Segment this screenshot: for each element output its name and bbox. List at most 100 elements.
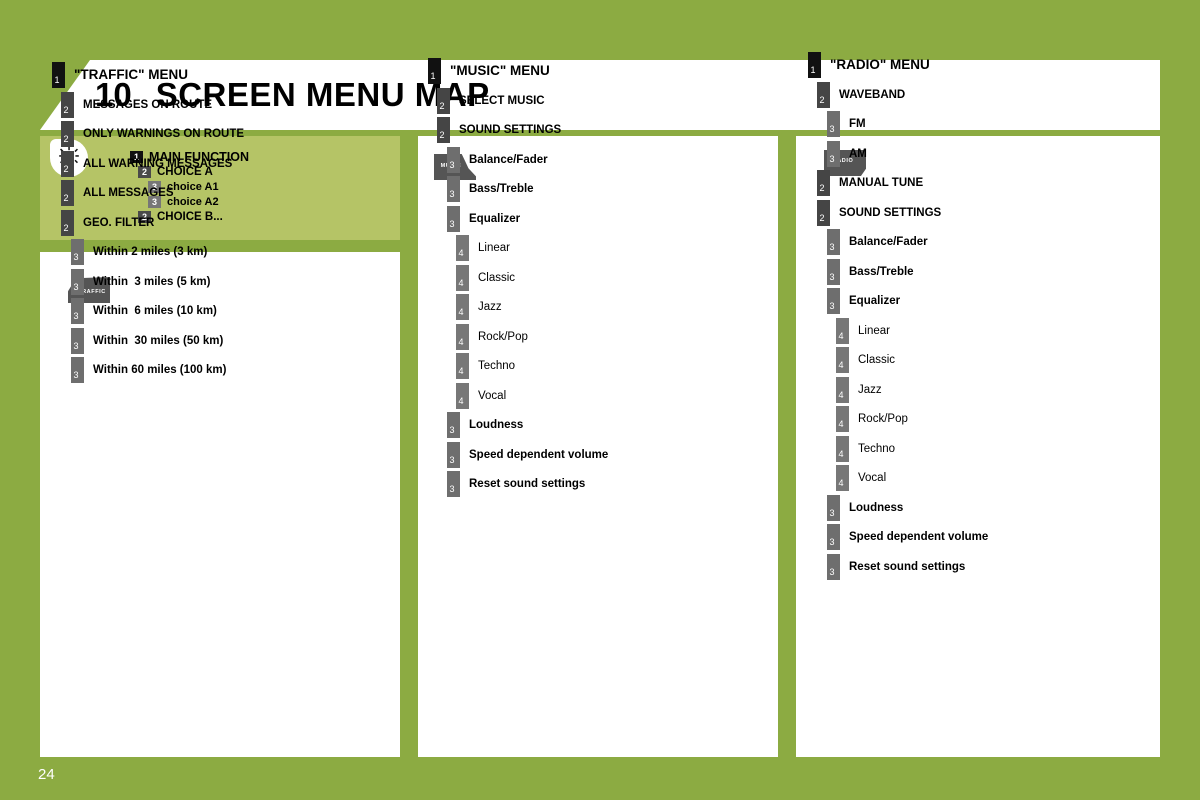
- menu-item-radio[interactable]: 2 WAVEBAND: [817, 81, 988, 112]
- menu-level-badge-text: 3: [449, 159, 455, 170]
- menu-item-music[interactable]: 2 SOUND SETTINGS: [437, 117, 608, 147]
- menu-item-label: Loudness: [849, 501, 904, 514]
- menu-item-radio[interactable]: 2 SOUND SETTINGS: [817, 199, 988, 230]
- menu-item-music[interactable]: 3 Balance/Fader: [447, 146, 608, 177]
- menu-item-traffic[interactable]: 3 Within 3 miles (5 km): [71, 268, 244, 299]
- menu-item-label: Bass/Treble: [849, 265, 914, 278]
- menu-level-badge: 4: [836, 317, 849, 344]
- menu-item-radio[interactable]: 4 Linear: [836, 317, 988, 348]
- menu-item-label: Equalizer: [849, 295, 901, 307]
- menu-item-music[interactable]: 3 Speed dependent volume: [447, 441, 609, 472]
- menu-level-badge: 3: [827, 524, 840, 550]
- menu-item-label: ALL MESSAGES: [83, 187, 174, 199]
- menu-level-badge: 3: [827, 140, 840, 167]
- menu-item-label: ALL WARNING MESSAGES: [83, 157, 233, 170]
- menu-item-traffic[interactable]: 1 "TRAFFIC" MENU: [52, 62, 244, 92]
- menu-item-radio[interactable]: 3 FM: [827, 111, 988, 141]
- menu-item-music[interactable]: 3 Equalizer: [447, 205, 608, 236]
- menu-level-badge-text: 2: [63, 163, 69, 174]
- menu-level-badge: 2: [61, 209, 74, 236]
- menu-item-label: Speed dependent volume: [849, 531, 989, 543]
- menu-item-music[interactable]: 4 Techno: [456, 353, 608, 383]
- menu-level-badge-text: 4: [458, 277, 464, 288]
- menu-item-music[interactable]: 3 Reset sound settings: [447, 471, 608, 501]
- page-number: 24: [38, 766, 55, 783]
- menu-item-label: Within 6 miles (10 km): [93, 305, 217, 317]
- menu-level-badge-text: 2: [63, 134, 69, 144]
- menu-item-music[interactable]: 4 Linear: [456, 235, 608, 265]
- menu-item-music[interactable]: 4 Jazz: [456, 294, 608, 324]
- menu-item-traffic[interactable]: 2 ALL MESSAGES: [61, 180, 244, 210]
- menu-item-radio[interactable]: 2 MANUAL TUNE: [817, 170, 988, 200]
- menu-item-radio[interactable]: 4 Rock/Pop: [836, 406, 988, 436]
- menu-level-badge-text: 3: [829, 566, 835, 577]
- menu-level-badge-text: 3: [73, 281, 79, 292]
- menu-level-badge-text: 3: [829, 271, 835, 282]
- menu-item-label: "TRAFFIC" MENU: [74, 67, 189, 82]
- menu-item-radio[interactable]: 3 Balance/Fader: [827, 229, 988, 259]
- menu-level-badge: 3: [71, 268, 84, 295]
- menu-level-badge: 3: [71, 357, 84, 383]
- menu-item-label: Within 2 miles (3 km): [93, 246, 208, 258]
- menu-level-badge: 3: [827, 553, 840, 580]
- menu-level-badge: 3: [827, 229, 840, 255]
- menu-level-badge: 3: [827, 288, 840, 314]
- menu-level-badge-text: 2: [819, 183, 825, 193]
- menu-item-music[interactable]: 3 Bass/Treble: [447, 176, 608, 206]
- menu-item-label: FM: [849, 118, 866, 130]
- menu-item-traffic[interactable]: 2 GEO. FILTER: [61, 209, 244, 240]
- menu-level-badge-text: 3: [829, 242, 835, 252]
- menu-level-badge-text: 1: [54, 75, 60, 85]
- menu-item-music[interactable]: 4 Vocal: [456, 382, 608, 413]
- menu-item-label: Techno: [478, 360, 516, 372]
- menu-item-traffic[interactable]: 3 Within 2 miles (3 km): [71, 239, 244, 269]
- menu-item-traffic[interactable]: 3 Within 6 miles (10 km): [71, 298, 244, 328]
- menu-item-label: Linear: [858, 324, 890, 337]
- menu-item-label: Speed dependent volume: [469, 448, 609, 461]
- menu-level-badge-text: 4: [838, 448, 844, 459]
- menu-item-music[interactable]: 4 Rock/Pop: [456, 323, 608, 354]
- menu-item-traffic[interactable]: 3 Within 30 miles (50 km): [71, 327, 244, 358]
- menu-level-badge: 4: [836, 465, 849, 491]
- menu-item-traffic[interactable]: 2 ONLY WARNINGS ON ROUTE: [61, 121, 244, 151]
- menu-item-radio[interactable]: 1 "RADIO" MENU: [808, 52, 988, 82]
- menu-item-label: MESSAGES ON ROUTE: [83, 98, 213, 111]
- menu-item-label: Within 3 miles (5 km): [93, 275, 211, 288]
- menu-level-badge: 2: [61, 180, 74, 206]
- menu-item-radio[interactable]: 4 Vocal: [836, 465, 988, 495]
- menu-level-badge: 4: [456, 294, 469, 320]
- menu-item-radio[interactable]: 3 Reset sound settings: [827, 553, 988, 584]
- menu-level-badge-text: 2: [63, 104, 69, 115]
- menu-item-traffic[interactable]: 2 ALL WARNING MESSAGES: [61, 150, 244, 181]
- menu-item-music[interactable]: 4 Classic: [456, 264, 608, 295]
- menu-item-radio[interactable]: 4 Techno: [836, 435, 988, 466]
- menu-level-badge-text: 3: [449, 189, 455, 199]
- menu-item-radio[interactable]: 3 Bass/Treble: [827, 258, 988, 289]
- menu-level-badge: 3: [447, 176, 460, 202]
- menu-item-label: Classic: [478, 271, 516, 284]
- menu-item-radio[interactable]: 3 Speed dependent volume: [827, 524, 988, 554]
- menu-item-music[interactable]: 1 "MUSIC" MENU: [428, 58, 608, 88]
- menu-level-badge: 2: [61, 91, 74, 118]
- menu-item-music[interactable]: 2 SELECT MUSIC: [437, 87, 608, 118]
- menu-item-radio[interactable]: 3 Loudness: [827, 494, 988, 525]
- menu-item-radio[interactable]: 4 Classic: [836, 347, 988, 377]
- menu-item-music[interactable]: 3 Loudness: [447, 412, 608, 442]
- menu-item-label: MANUAL TUNE: [839, 177, 924, 189]
- menu-level-badge-text: 3: [449, 484, 455, 494]
- menu-level-badge-text: 3: [73, 370, 79, 380]
- menu-level-badge-text: 4: [458, 307, 464, 317]
- menu-level-badge-text: 2: [63, 193, 69, 203]
- menu-item-label: Rock/Pop: [478, 330, 528, 343]
- menu-item-label: Classic: [858, 354, 896, 366]
- menu-item-label: Loudness: [469, 419, 524, 431]
- menu-item-radio[interactable]: 3 Equalizer: [827, 288, 988, 318]
- menu-item-radio[interactable]: 4 Jazz: [836, 376, 988, 407]
- menu-level-badge: 3: [447, 412, 460, 438]
- menu-level-badge-text: 4: [458, 248, 464, 258]
- menu-level-badge-text: 1: [810, 65, 816, 75]
- menu-item-traffic[interactable]: 2 MESSAGES ON ROUTE: [61, 91, 244, 122]
- menu-level-badge: 3: [447, 205, 460, 232]
- menu-item-traffic[interactable]: 3 Within 60 miles (100 km): [71, 357, 244, 387]
- menu-item-radio[interactable]: 3 AM: [827, 140, 988, 171]
